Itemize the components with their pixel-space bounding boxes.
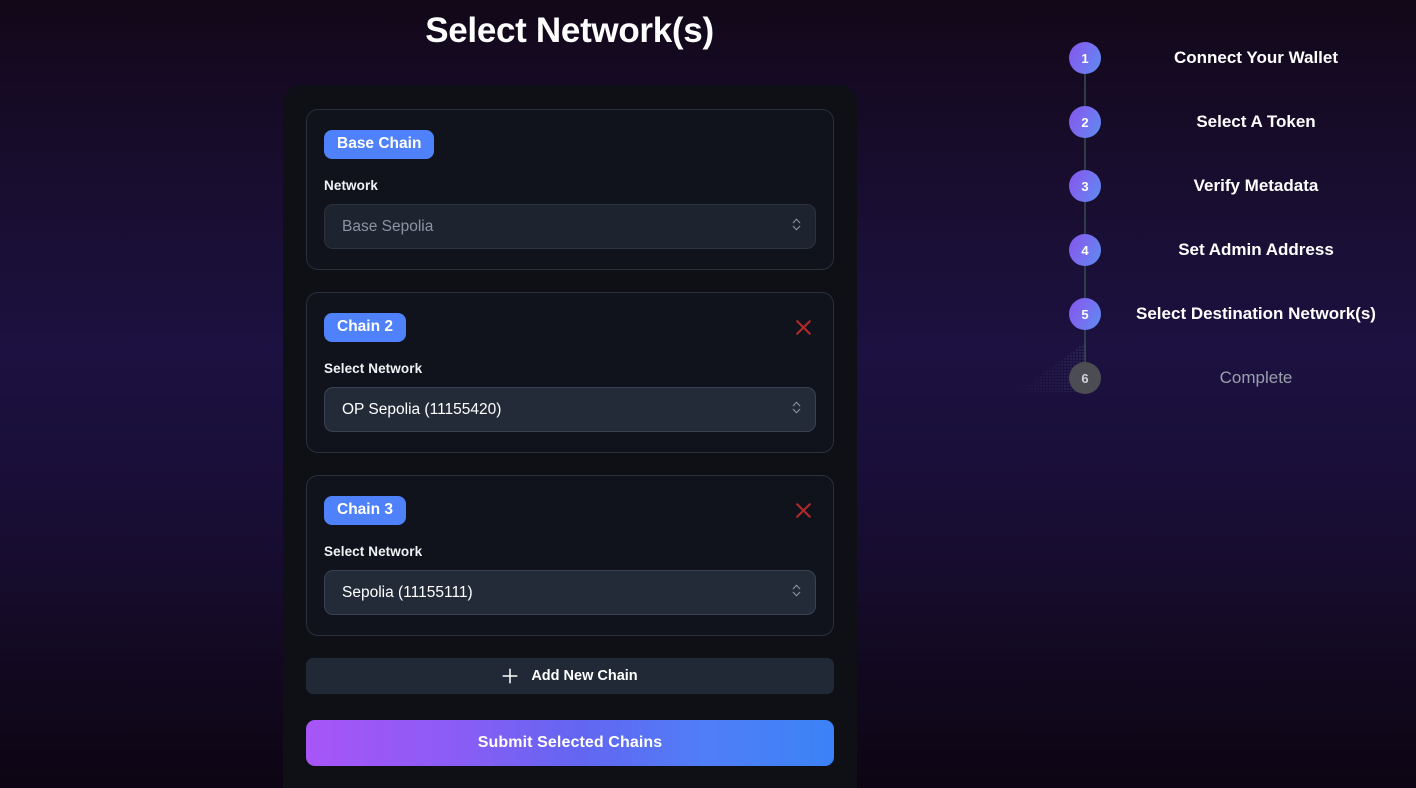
step-label: Set Admin Address	[1178, 240, 1334, 259]
add-new-chain-label: Add New Chain	[531, 668, 638, 684]
chain-card: Chain 3 Select Network Sepolia (11155111)	[306, 475, 834, 636]
plus-icon	[502, 668, 518, 684]
network-select[interactable]: OP Sepolia (11155420)	[324, 387, 816, 432]
app-background: Select Network(s) Base Chain Network Base …	[0, 0, 1416, 788]
network-select-wrapper: OP Sepolia (11155420)	[324, 387, 816, 432]
step-number-badge: 6	[1069, 362, 1101, 394]
network-field-label: Select Network	[324, 544, 423, 559]
stepper-step[interactable]: 6 Complete	[1020, 362, 1416, 394]
chain-card-header: Base Chain	[324, 129, 816, 160]
chain-card: Base Chain Network Base Sepolia	[306, 109, 834, 270]
network-select-wrapper: Base Sepolia	[324, 204, 816, 249]
chain-card-header: Chain 2	[324, 312, 816, 343]
step-label: Connect Your Wallet	[1173, 48, 1339, 67]
step-label: Complete	[1219, 368, 1293, 387]
step-number-badge: 2	[1069, 106, 1101, 138]
step-number-badge: 5	[1069, 298, 1101, 330]
step-label: Verify Metadata	[1193, 176, 1319, 195]
step-label: Select A Token	[1196, 112, 1316, 131]
network-field-label: Select Network	[324, 361, 423, 376]
remove-chain-button[interactable]	[790, 315, 816, 341]
submit-selected-chains-button[interactable]: Submit Selected Chains	[306, 720, 834, 766]
stepper-step[interactable]: 2 Select A Token	[1020, 106, 1416, 138]
chain-badge: Base Chain	[324, 130, 435, 159]
network-selection-panel: Base Chain Network Base Sepolia Chain 2 Sele…	[283, 85, 857, 788]
step-number-badge: 3	[1069, 170, 1101, 202]
chain-card-list: Base Chain Network Base Sepolia Chain 2 Sele…	[306, 109, 834, 694]
remove-chain-button[interactable]	[790, 498, 816, 524]
step-number-badge: 1	[1069, 42, 1101, 74]
network-select[interactable]: Sepolia (11155111)	[324, 570, 816, 615]
chain-badge: Chain 3	[324, 496, 406, 525]
stepper-connector-line	[1084, 48, 1086, 388]
page-title: Select Network(s)	[425, 11, 714, 50]
chain-card-header: Chain 3	[324, 495, 816, 526]
close-x-icon	[795, 319, 812, 336]
network-field-label: Network	[324, 178, 378, 193]
network-select-wrapper: Sepolia (11155111)	[324, 570, 816, 615]
stepper-step[interactable]: 4 Set Admin Address	[1020, 234, 1416, 266]
progress-stepper: 1 Connect Your Wallet 2 Select A Token 3 Veri…	[1018, 28, 1416, 408]
chain-badge: Chain 2	[324, 313, 406, 342]
chain-card: Chain 2 Select Network OP Sepolia (1115542…	[306, 292, 834, 453]
step-number-badge: 4	[1069, 234, 1101, 266]
network-select: Base Sepolia	[324, 204, 816, 249]
add-new-chain-button[interactable]: Add New Chain	[306, 658, 834, 694]
stepper-step[interactable]: 3 Verify Metadata	[1020, 170, 1416, 202]
stepper-step[interactable]: 1 Connect Your Wallet	[1020, 42, 1416, 74]
step-label: Select Destination Network(s)	[1136, 304, 1376, 323]
stepper-step[interactable]: 5 Select Destination Network(s)	[1020, 298, 1416, 330]
close-x-icon	[795, 502, 812, 519]
